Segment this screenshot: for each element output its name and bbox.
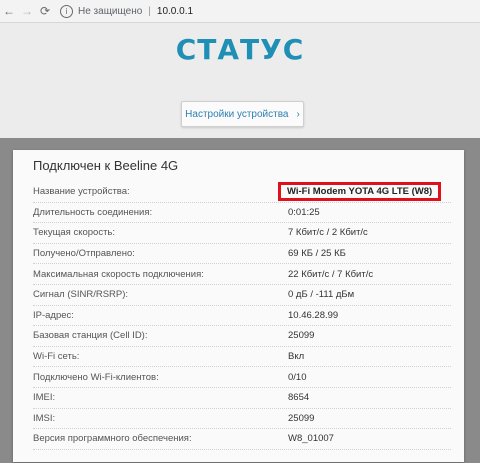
row-label: Название устройства:: [33, 186, 130, 198]
info-icon[interactable]: i: [60, 4, 73, 18]
table-row: Сигнал (SINR/RSRP): 0 дБ / -111 дБм: [33, 285, 451, 306]
row-value: 0/10: [288, 371, 307, 383]
forward-icon[interactable]: →: [18, 0, 36, 22]
table-row: IMSI: 25099: [33, 409, 451, 430]
browser-toolbar: ← → ⟳ i Не защищено | 10.0.0.1: [0, 0, 480, 23]
table-row: Версия программного обеспечения: W8_0100…: [33, 429, 451, 450]
row-value: 10.46.28.99: [288, 309, 339, 321]
status-panel: Подключен к Beeline 4G Название устройст…: [13, 150, 464, 462]
device-settings-label: Настройки устройства: [185, 108, 289, 120]
row-label: Текущая скорость:: [33, 227, 116, 239]
table-row: Базовая станция (Cell ID): 25099: [33, 326, 451, 347]
row-value: Wi-Fi Modem YOTA 4G LTE (W8): [278, 182, 442, 202]
row-value: 0:01:25: [288, 206, 320, 218]
row-label: Wi-Fi сеть:: [33, 351, 80, 363]
row-label: Подключено Wi-Fi-клиентов:: [33, 371, 159, 383]
panel-title: Подключен к Beeline 4G: [33, 158, 179, 173]
row-label: Длительность соединения:: [33, 206, 153, 218]
chevron-right-icon: ›: [296, 108, 300, 120]
row-value: 69 КБ / 25 КБ: [288, 248, 346, 260]
row-label: Максимальная скорость подключения:: [33, 268, 204, 280]
page-title: СТАТУС: [175, 33, 305, 66]
row-value: 8654: [288, 392, 310, 404]
row-value: 0 дБ / -111 дБм: [288, 289, 355, 301]
back-icon[interactable]: ←: [0, 0, 18, 22]
url-text[interactable]: 10.0.0.1: [157, 6, 193, 17]
table-row: Длительность соединения: 0:01:25: [33, 203, 451, 224]
row-label: Версия программного обеспечения:: [33, 433, 192, 445]
status-table: Название устройства: Wi-Fi Modem YOTA 4G…: [33, 182, 451, 450]
row-label: Базовая станция (Cell ID):: [33, 330, 148, 342]
row-label: Получено/Отправлено:: [33, 248, 135, 260]
row-value: 25099: [288, 412, 315, 424]
table-row: Wi-Fi сеть: Вкл: [33, 347, 451, 368]
row-label: IMEI:: [33, 392, 56, 404]
table-row: Название устройства: Wi-Fi Modem YOTA 4G…: [33, 182, 451, 203]
table-row: Максимальная скорость подключения: 22 Кб…: [33, 264, 451, 285]
address-bar[interactable]: i Не защищено | 10.0.0.1: [60, 0, 193, 22]
table-row: Подключено Wi-Fi-клиентов: 0/10: [33, 367, 451, 388]
reload-icon[interactable]: ⟳: [36, 0, 54, 22]
table-row: IMEI: 8654: [33, 388, 451, 409]
row-label: IMSI:: [33, 412, 56, 424]
table-row: Получено/Отправлено: 69 КБ / 25 КБ: [33, 244, 451, 265]
device-settings-button[interactable]: Настройки устройства ›: [181, 101, 304, 127]
security-label: Не защищено: [78, 5, 143, 17]
row-value: Вкл: [288, 351, 305, 363]
row-value: 25099: [288, 330, 315, 342]
row-value: 7 Кбит/с / 2 Кбит/с: [288, 227, 368, 239]
row-label: IP-адрес:: [33, 309, 74, 321]
row-value: W8_01007: [288, 433, 334, 445]
address-separator: |: [148, 5, 151, 17]
table-row: IP-адрес: 10.46.28.99: [33, 306, 451, 327]
table-row: Текущая скорость: 7 Кбит/с / 2 Кбит/с: [33, 223, 451, 244]
row-label: Сигнал (SINR/RSRP):: [33, 289, 129, 301]
row-value: 22 Кбит/с / 7 Кбит/с: [288, 268, 374, 280]
page-content: СТАТУС Настройки устройства › Подключен …: [0, 23, 480, 463]
